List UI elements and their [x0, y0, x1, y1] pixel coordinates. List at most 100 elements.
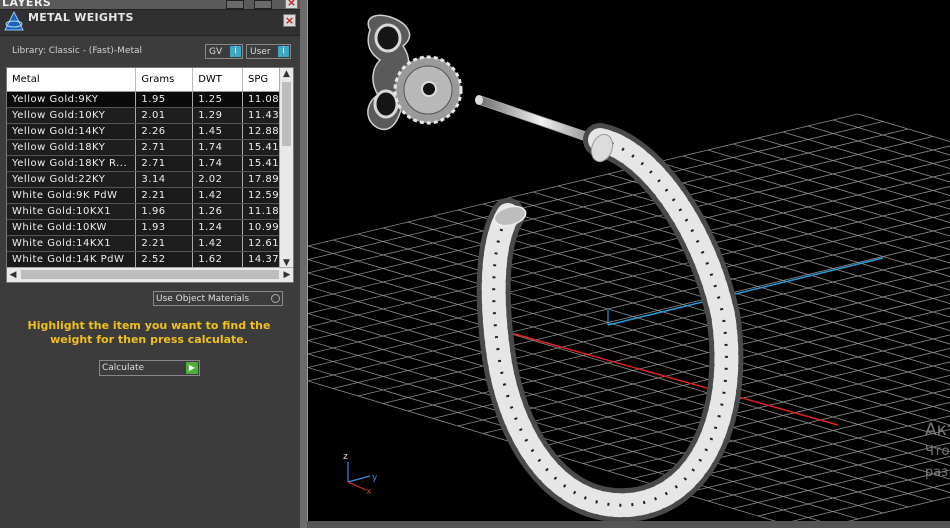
cell-dwt: 1.74	[192, 139, 243, 156]
scroll-right-icon[interactable]: ▶	[281, 268, 293, 282]
grid-line	[308, 113, 859, 247]
cell-spg: 15.41	[242, 139, 283, 156]
grid-line	[832, 119, 950, 156]
cell-metal: Yellow Gold:14KY	[7, 123, 137, 140]
cell-spg: 11.18	[242, 203, 283, 220]
cell-spg: 11.43	[242, 107, 283, 124]
radio-icon[interactable]	[271, 294, 280, 303]
x-axis-line	[482, 324, 839, 426]
cell-metal: White Gold:14KX1	[7, 235, 137, 252]
eye-icon[interactable]	[254, 0, 272, 9]
cell-spg: 12.59	[242, 187, 283, 204]
left-panel: LAYERS × METAL WEIGHTS × Library: Classi…	[0, 0, 300, 528]
cell-grams: 2.71	[135, 139, 194, 156]
horizontal-scroll-thumb[interactable]	[21, 270, 279, 279]
use-object-materials-toggle[interactable]: Use Object Materials	[153, 291, 283, 306]
metal-weights-title: METAL WEIGHTS	[28, 11, 134, 24]
calculate-button[interactable]: Calculate ▶	[99, 360, 200, 376]
horizontal-scrollbar[interactable]: ◀ ▶	[7, 267, 293, 282]
cell-metal: White Gold:10KX1	[7, 203, 137, 220]
column-header-grams[interactable]: Grams	[135, 68, 194, 92]
cell-dwt: 1.24	[192, 219, 243, 236]
gv-toggle[interactable]: GV i	[205, 44, 243, 59]
table-row[interactable]: White Gold:14K PdW 2.52 1.62 14.37	[7, 251, 283, 268]
cell-dwt: 1.42	[192, 235, 243, 252]
gizmo-z-label: z	[343, 452, 348, 462]
cell-grams: 2.21	[135, 187, 194, 204]
vertical-scroll-thumb[interactable]	[282, 82, 291, 146]
cell-metal: Yellow Gold:18KY	[7, 139, 137, 156]
table-row[interactable]: White Gold:10KX1 1.96 1.26 11.18	[7, 203, 283, 220]
play-arrow-icon[interactable]: ▶	[186, 362, 198, 374]
grid-line	[632, 402, 950, 479]
cell-grams: 1.96	[135, 203, 194, 220]
cell-grams: 1.95	[135, 91, 194, 108]
cell-dwt: 1.62	[192, 251, 243, 268]
cell-metal: White Gold:9K PdW	[7, 187, 137, 204]
close-icon[interactable]: ×	[283, 14, 296, 27]
metal-weights-logo-icon	[4, 10, 24, 31]
table-row[interactable]: Yellow Gold:18KY R... 2.71 1.74 15.41	[7, 155, 283, 172]
table-row[interactable]: Yellow Gold:14KY 2.26 1.45 12.88	[7, 123, 283, 140]
scroll-left-icon[interactable]: ◀	[7, 268, 19, 282]
table-row[interactable]: Yellow Gold:18KY 2.71 1.74 15.41	[7, 139, 283, 156]
cell-grams: 2.26	[135, 123, 194, 140]
column-header-spg[interactable]: SPG	[242, 68, 283, 92]
vertical-scrollbar[interactable]: ▲ ▼	[279, 68, 293, 269]
grid-line	[732, 456, 950, 509]
gv-label: GV	[209, 47, 223, 57]
metal-weights-header: METAL WEIGHTS ×	[0, 10, 300, 36]
axis-gizmo: z y x	[343, 452, 378, 497]
close-icon[interactable]: ×	[285, 0, 298, 9]
layers-icon[interactable]	[226, 0, 244, 9]
table-row[interactable]: White Gold:10KW 1.93 1.24 10.99	[7, 219, 283, 236]
activation-watermark: Акт Что раз	[925, 420, 950, 480]
cell-metal: White Gold:14K PdW	[7, 251, 137, 268]
info-checkbox-icon[interactable]: i	[230, 46, 241, 57]
table-row[interactable]: Yellow Gold:9KY 1.95 1.25 11.08	[7, 91, 283, 108]
viewport-scene: z y x	[308, 14, 950, 528]
3d-viewport[interactable]: z y x	[307, 0, 950, 528]
scroll-up-icon[interactable]: ▲	[280, 68, 293, 80]
layers-panel-bar[interactable]: LAYERS ×	[0, 0, 300, 10]
library-label: Library: Classic - (Fast)-Metal	[12, 46, 143, 56]
column-header-metal[interactable]: Metal	[7, 68, 137, 92]
table-header-row: Metal Grams DWT SPG	[7, 68, 283, 92]
cell-grams: 2.71	[135, 155, 194, 172]
table-row[interactable]: Yellow Gold:22KY 3.14 2.02 17.89	[7, 171, 283, 188]
table-row[interactable]: Yellow Gold:10KY 2.01 1.29 11.43	[7, 107, 283, 124]
grid-line	[557, 361, 950, 457]
watermark-line-1: Акт	[925, 420, 950, 440]
cell-dwt: 1.42	[192, 187, 243, 204]
panel-splitter[interactable]	[300, 0, 307, 528]
cell-metal: Yellow Gold:9KY	[7, 91, 137, 108]
watermark-line-2: Что	[925, 444, 950, 459]
viewport-status-strip	[307, 521, 950, 528]
cell-spg: 10.99	[242, 219, 283, 236]
metal-table[interactable]: Metal Grams DWT SPG Yellow Gold:9KY 1.95 1…	[6, 67, 294, 283]
info-checkbox-icon[interactable]: i	[278, 46, 289, 57]
grid-line	[308, 186, 950, 341]
table-row[interactable]: White Gold:14KX1 2.21 1.42 12.61	[7, 235, 283, 252]
cell-spg: 17.89	[242, 171, 283, 188]
grid-line	[308, 199, 950, 355]
calculate-label: Calculate	[102, 363, 145, 373]
user-toggle[interactable]: User i	[246, 44, 291, 59]
earring-back-model	[367, 14, 463, 131]
cell-dwt: 1.25	[192, 91, 243, 108]
cell-metal: White Gold:10KW	[7, 219, 137, 236]
cell-metal: Yellow Gold:10KY	[7, 107, 137, 124]
use-object-materials-label: Use Object Materials	[156, 294, 250, 304]
table-row[interactable]: White Gold:9K PdW 2.21 1.42 12.59	[7, 187, 283, 204]
grid-line	[308, 226, 950, 382]
cell-grams: 3.14	[135, 171, 194, 188]
cell-spg: 12.61	[242, 235, 283, 252]
cell-metal: Yellow Gold:22KY	[7, 171, 137, 188]
y-axis-line	[607, 257, 884, 326]
grid-line	[757, 469, 950, 517]
user-label: User	[250, 47, 271, 57]
cell-dwt: 2.02	[192, 171, 243, 188]
column-header-dwt[interactable]: DWT	[192, 68, 243, 92]
watermark-line-3: раз	[925, 465, 949, 480]
layers-title: LAYERS	[2, 0, 52, 9]
